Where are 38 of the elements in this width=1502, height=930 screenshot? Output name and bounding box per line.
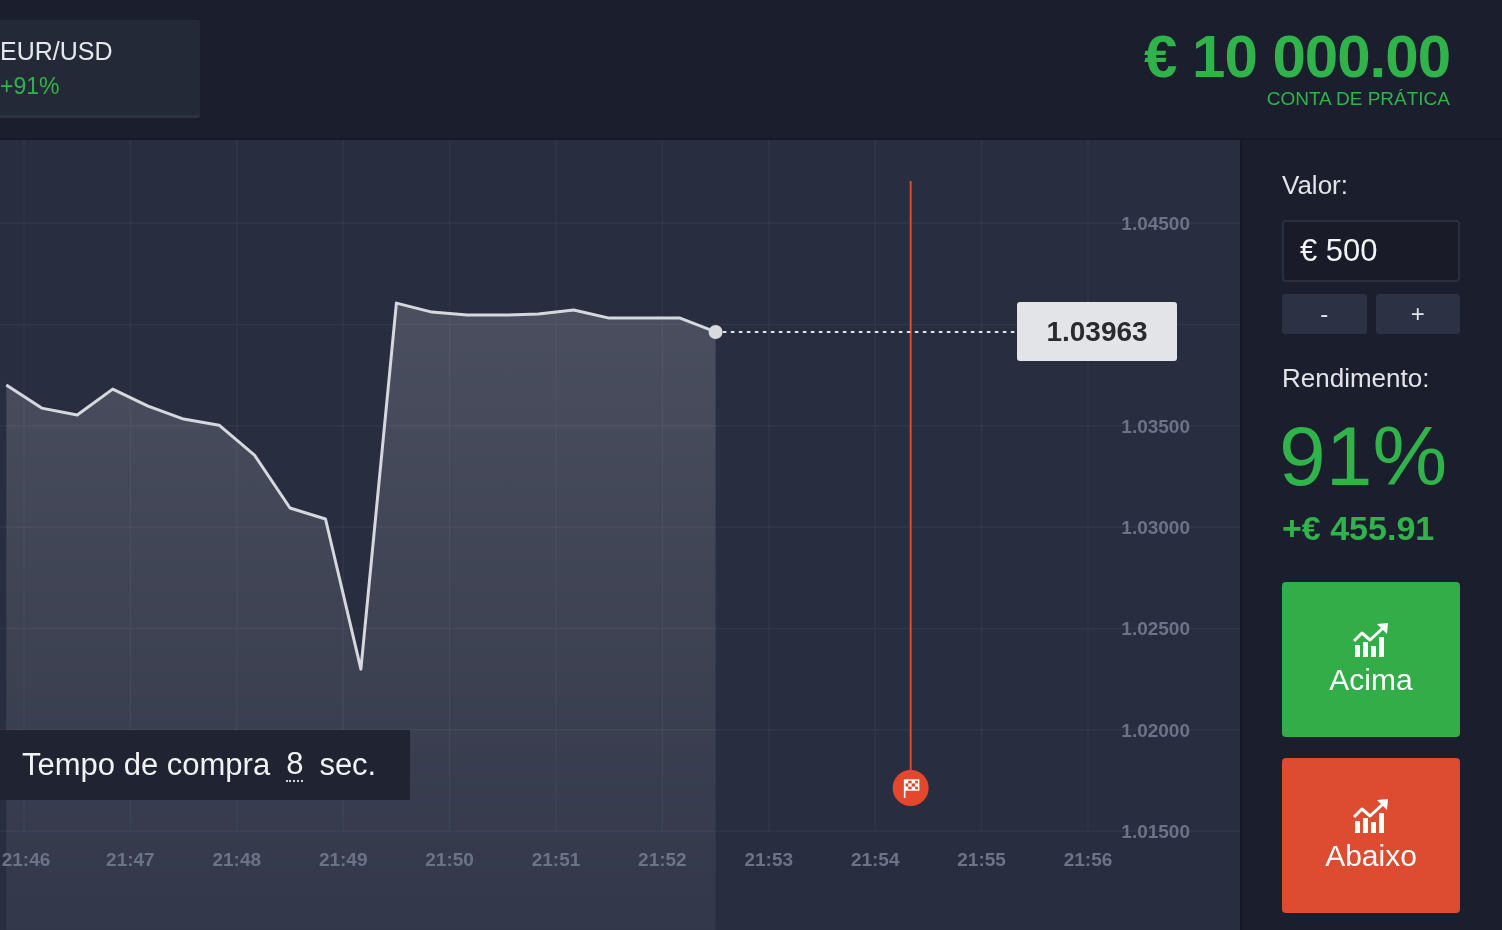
x-axis-label: 21:52 (638, 849, 687, 870)
purchase-time-value: 8 (286, 748, 304, 782)
y-axis-label: 1.02500 (1121, 618, 1190, 640)
purchase-time-label: Tempo de compra (22, 747, 271, 783)
y-axis-label: 1.03500 (1121, 415, 1190, 437)
y-axis-label: 1.02000 (1121, 719, 1190, 741)
asset-name: EUR/USD (0, 36, 114, 65)
y-axis-label: 1.03000 (1121, 517, 1190, 539)
price-dot-icon (708, 324, 723, 339)
return-percent: 91% (1279, 411, 1448, 501)
x-axis-label: 21:46 (1, 849, 51, 870)
return-amount: +€ 455.91 (1282, 508, 1435, 548)
return-label: Rendimento: (1282, 363, 1430, 393)
amount-input[interactable]: € 500 (1282, 220, 1460, 282)
x-axis-label: 21:50 (425, 849, 474, 870)
current-price-label: 1.03963 (1017, 302, 1177, 362)
x-axis-label: 21:53 (744, 849, 794, 870)
trade-button[interactable]: Abaixo (1282, 758, 1460, 913)
x-axis-label: 21:55 (957, 849, 1006, 870)
amount-label: Valor: (1282, 170, 1348, 200)
x-axis-label: 21:56 (1063, 849, 1113, 870)
x-axis-label: 21:54 (850, 849, 900, 870)
x-axis-label: 21:47 (106, 849, 155, 870)
chart-trend-icon (1353, 798, 1389, 833)
asset-card[interactable]: EUR/USD +91% (0, 20, 200, 118)
x-axis-label: 21:51 (531, 849, 581, 870)
y-axis-label: 1.04500 (1121, 213, 1190, 235)
purchase-time-unit: sec. (319, 747, 377, 783)
x-axis-label: 21:48 (212, 849, 262, 870)
finish-flag-icon (892, 770, 929, 806)
account-type: CONTA DE PRÁTICA (1266, 88, 1450, 110)
chart-trend-icon (1353, 622, 1389, 657)
stepper-button[interactable]: + (1375, 294, 1460, 334)
x-axis-label: 21:49 (318, 849, 368, 870)
stepper-button[interactable]: - (1282, 294, 1367, 334)
y-axis-label: 1.01500 (1121, 821, 1190, 843)
balance-amount: € 10 000.00 (1144, 26, 1450, 88)
asset-payout: +91% (0, 72, 61, 99)
